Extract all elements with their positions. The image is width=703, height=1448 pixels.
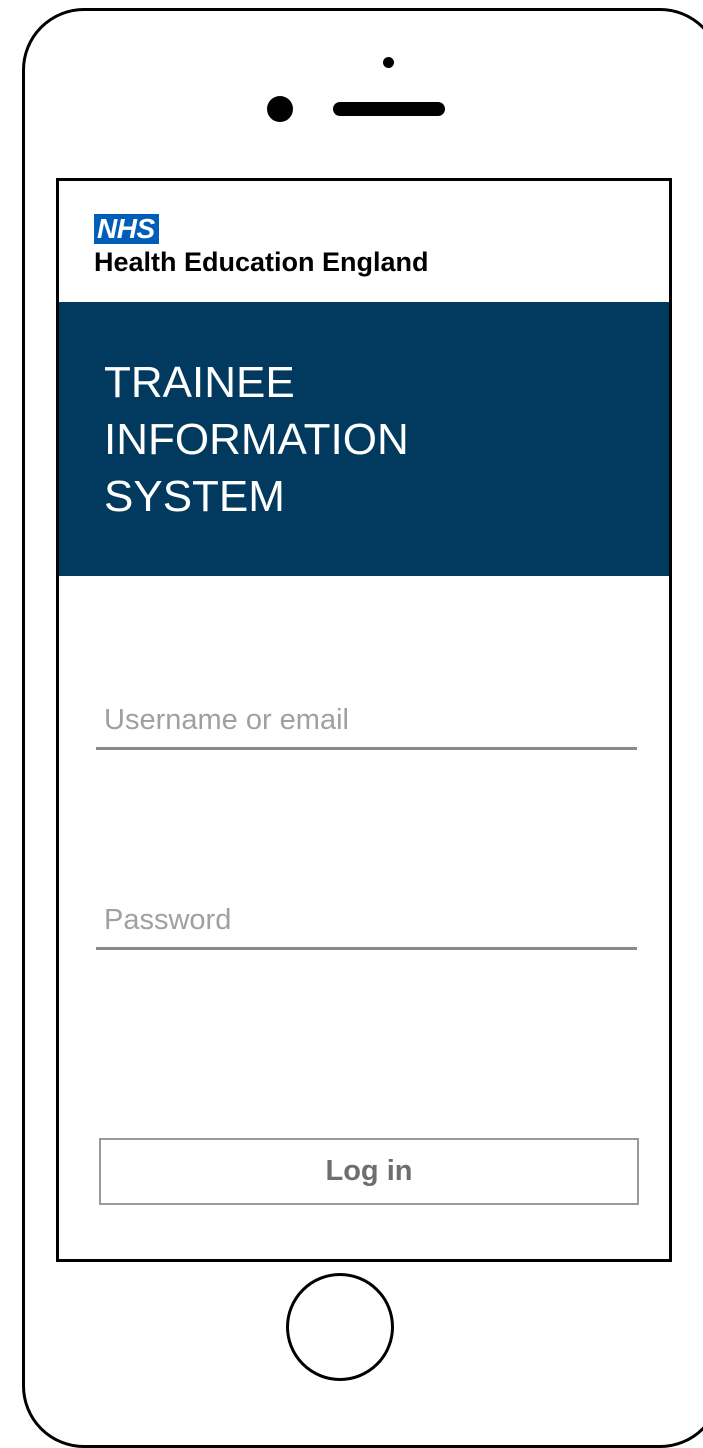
password-input[interactable]: [96, 904, 637, 947]
page-title-line: INFORMATION: [104, 415, 409, 464]
page-title-line: SYSTEM: [104, 472, 285, 521]
password-field: [96, 904, 637, 950]
login-button[interactable]: Log in: [99, 1138, 639, 1205]
nhs-logo: NHS: [94, 214, 159, 244]
organization-name: Health Education England: [94, 247, 429, 277]
username-input[interactable]: [96, 704, 637, 747]
speaker-icon: [333, 102, 445, 116]
home-button-icon[interactable]: [286, 1273, 394, 1381]
page-title: TRAINEE INFORMATION SYSTEM: [104, 354, 409, 525]
username-field: [96, 704, 637, 750]
camera-icon: [383, 57, 394, 68]
phone-screen: NHS Health Education England TRAINEE INF…: [56, 178, 672, 1262]
page-title-line: TRAINEE: [104, 358, 295, 407]
brand-header: NHS Health Education England: [94, 214, 429, 278]
sensor-icon: [267, 96, 293, 122]
title-banner: TRAINEE INFORMATION SYSTEM: [59, 302, 669, 576]
